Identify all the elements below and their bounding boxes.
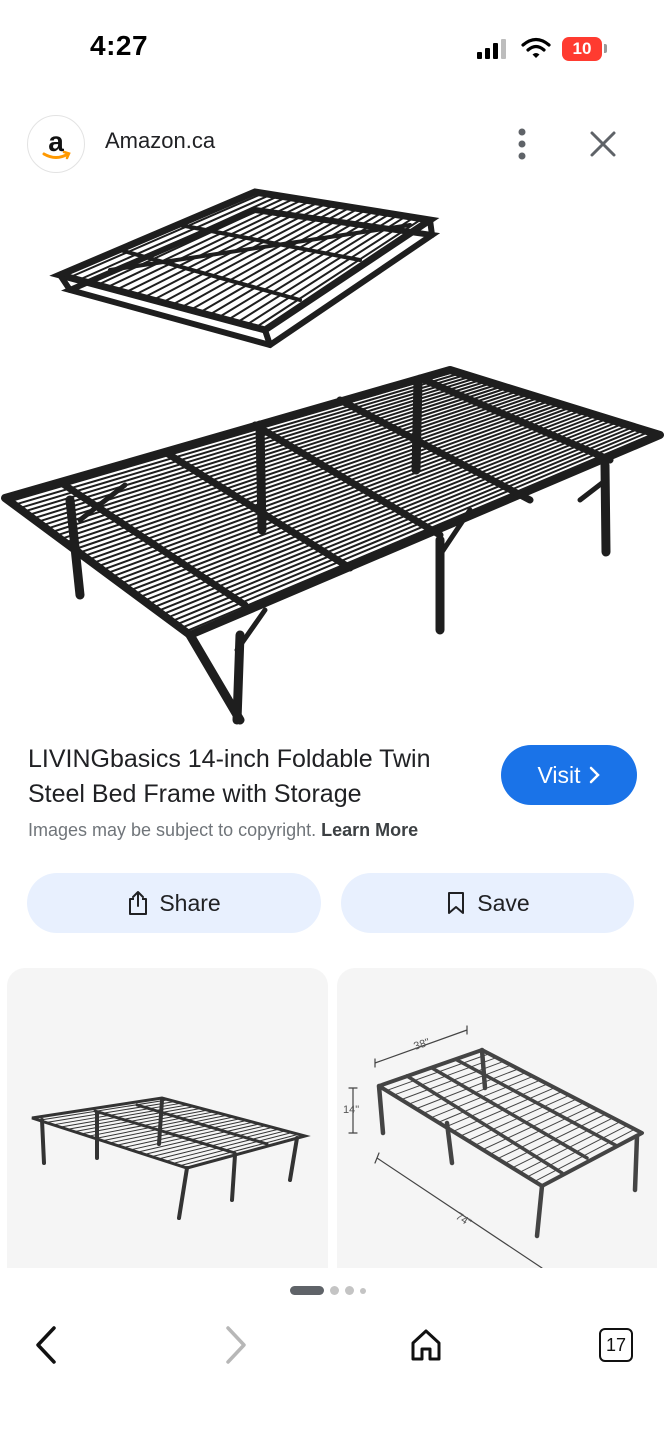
related-image-card[interactable]: [7, 968, 328, 1268]
battery-indicator: 10: [562, 37, 602, 61]
unfolded-frame-illustration: [1, 366, 664, 725]
share-button[interactable]: Share: [27, 873, 321, 933]
chevron-left-icon: [36, 1326, 56, 1364]
folded-frame-illustration: [49, 188, 441, 349]
pager-dot: [330, 1286, 339, 1295]
visit-button[interactable]: Visit: [501, 745, 637, 805]
cellular-signal-icon: [477, 39, 506, 59]
save-button[interactable]: Save: [341, 873, 634, 933]
width-dimension-label: 38": [412, 1036, 431, 1052]
tab-count: 17: [599, 1328, 633, 1362]
pager-dot-active: [290, 1286, 324, 1295]
copyright-text: Images may be subject to copyright.: [28, 820, 317, 840]
pager-dot: [360, 1287, 366, 1294]
visit-label: Visit: [537, 761, 581, 788]
back-button[interactable]: [22, 1320, 72, 1370]
source-name[interactable]: Amazon.ca: [105, 128, 215, 154]
amazon-logo-icon: a: [42, 126, 71, 160]
home-button[interactable]: [401, 1320, 451, 1370]
save-label: Save: [477, 889, 530, 916]
forward-button[interactable]: [210, 1320, 260, 1370]
related-dimension-image: 38" 14" 74": [343, 1025, 644, 1268]
related-image-card[interactable]: 38" 14" 74": [337, 968, 657, 1268]
chevron-right-disabled-icon: [226, 1326, 246, 1364]
length-dimension-label: 74": [453, 1210, 473, 1229]
close-icon[interactable]: [588, 129, 618, 159]
share-icon: [129, 891, 148, 915]
copyright-notice: Images may be subject to copyright. Lear…: [28, 820, 418, 841]
more-options-icon[interactable]: [508, 126, 536, 162]
share-label: Share: [159, 889, 221, 916]
related-bed-frame-image: [31, 1096, 311, 1220]
battery-level: 10: [572, 39, 592, 58]
product-title[interactable]: LIVINGbasics 14-inch Foldable Twin Steel…: [28, 742, 478, 812]
height-dimension-label: 14": [343, 1104, 359, 1116]
home-icon: [411, 1329, 441, 1361]
chevron-right-icon: [589, 766, 600, 784]
amazon-logo[interactable]: a: [27, 115, 85, 173]
status-time: 4:27: [90, 30, 149, 61]
image-pager: [290, 1286, 366, 1295]
pager-dot: [345, 1286, 354, 1295]
tabs-button[interactable]: 17: [591, 1320, 641, 1370]
hero-product-image[interactable]: [0, 180, 665, 730]
svg-text:a: a: [48, 126, 64, 157]
battery-nub: [604, 44, 607, 53]
learn-more-link[interactable]: Learn More: [321, 820, 418, 840]
wifi-icon: [521, 37, 551, 58]
bookmark-icon: [448, 892, 465, 914]
